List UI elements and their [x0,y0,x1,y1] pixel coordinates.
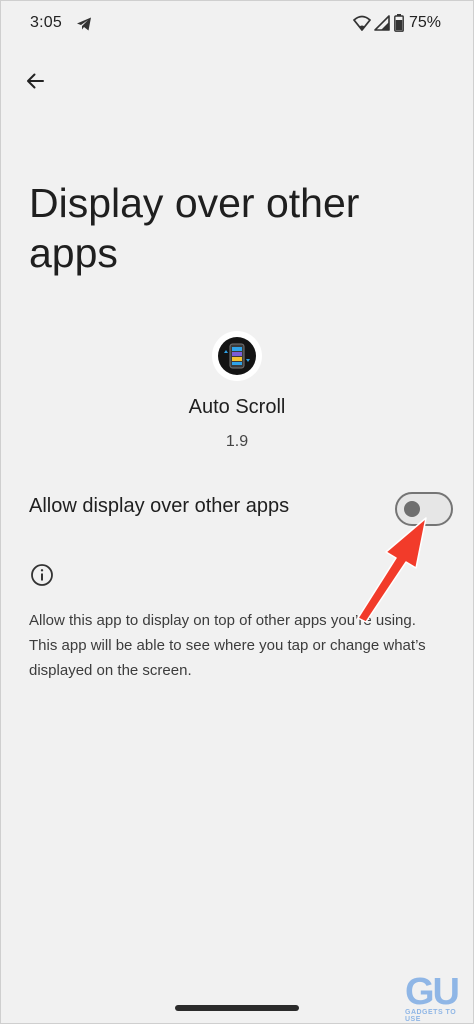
battery-percentage: 75% [409,14,442,31]
auto-scroll-app-icon [218,337,256,375]
status-bar: 3:05 75% [0,0,474,48]
setting-label: Allow display over other apps [29,495,290,517]
telegram-icon [77,17,91,31]
info-icon [31,564,53,586]
home-indicator[interactable] [175,1005,299,1011]
battery-icon [394,14,404,32]
red-arrow-annotation [357,517,427,623]
wifi-icon [353,15,371,31]
watermark-text: GADGETS TO USE [405,1009,457,1023]
gadgets-to-use-watermark: GU GADGETS TO USE [405,971,469,1023]
page-title: Display over other apps [29,180,360,276]
app-icon [212,331,262,381]
app-version: 1.9 [225,433,249,450]
arrow-left-icon [27,73,44,89]
status-time: 3:05 [30,14,62,31]
watermark-logo-letters: GU [405,971,460,1013]
app-name: Auto Scroll [188,396,286,418]
back-button[interactable] [18,64,52,98]
signal-icon [374,15,390,31]
